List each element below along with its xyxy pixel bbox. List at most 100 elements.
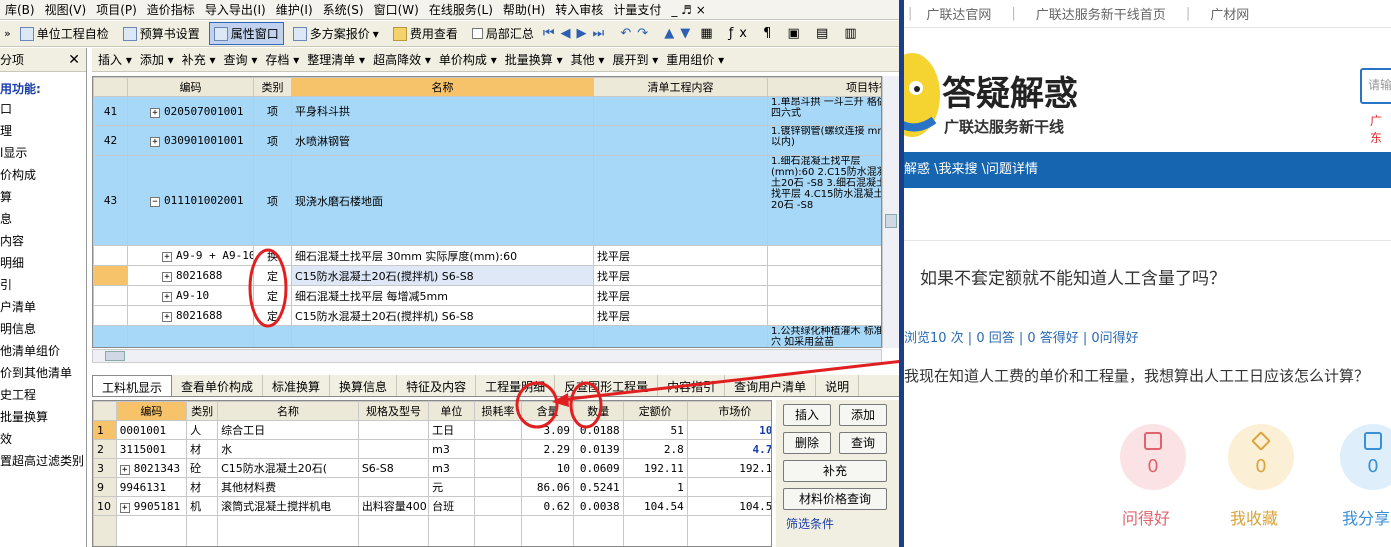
resource-row[interactable]: 3 +8021343 砼 C15防水混凝土20石(S6-S8 m3 10 0.0609 192… [93, 458, 771, 478]
link-service-home[interactable]: 广联达服务新干线首页 [1026, 4, 1176, 23]
bill-table-row[interactable]: 43−011101002001 项现浇水磨石楼地面 1.细石混凝土找平层 (mm):… [93, 155, 881, 246]
menu-item[interactable]: 造价指标 [142, 1, 200, 18]
tab-3[interactable]: 换算信息 [330, 375, 398, 396]
action-circle-2[interactable]: 0 [1340, 424, 1391, 490]
header-loss[interactable]: 损耗率 [473, 401, 523, 421]
left-panel-item[interactable]: 价到其他清单 [0, 362, 86, 384]
menu-item[interactable]: 维护(I) [271, 1, 318, 18]
left-panel-item[interactable]: 明细 [0, 252, 86, 274]
left-panel-item[interactable]: l显示 [0, 142, 86, 164]
sub-toolbar-item[interactable]: 展开到 ▾ [612, 51, 658, 68]
breadcrumb-nav[interactable]: 解惑 \我来搜 \问题详情 [904, 152, 1391, 188]
bill-table-row[interactable]: 1.公共绿化种植灌木 标准穴 如采用盆苗 [93, 325, 881, 347]
left-panel-item[interactable]: 引 [0, 274, 86, 296]
bill-table[interactable]: 编码 类别 名称 清单工程内容 项目特征 41+020507001001项平身科… [92, 76, 882, 348]
header-spec[interactable]: 规格及型号 [357, 401, 430, 421]
resource-row[interactable]: 10001001 人综合工日 工日 3.090.018851102 [93, 420, 771, 440]
header-quota-price[interactable]: 定额价 [622, 401, 688, 421]
expand-icon[interactable]: + [162, 292, 172, 302]
resource-table[interactable]: 编码 类别 名称 规格及型号 单位 损耗率 含量 数量 定额价 市场价 1 000… [92, 400, 772, 547]
tab-8[interactable]: 查询用户清单 [725, 375, 817, 396]
menu-item[interactable]: 转入审核 [550, 1, 608, 18]
resource-row[interactable]: 10 +9905181 机滚筒式混凝土搅拌机电 出料容量400 台班 0.62 0.0038… [93, 496, 771, 516]
bill-table-row[interactable]: +8021688 定 C15防水混凝土20石(搅拌机) S6-S8 找平层 [93, 305, 881, 326]
tab-7[interactable]: 内容指引 [658, 375, 726, 396]
header-feature[interactable]: 项目特征 [767, 77, 881, 97]
header-content[interactable]: 清单工程内容 [593, 77, 768, 97]
expand-icon[interactable]: + [150, 137, 160, 147]
resource-row[interactable]: 23115001 材水 m3 2.290.01392.84.72 [93, 439, 771, 459]
sub-toolbar-item[interactable]: 整理清单 ▾ [307, 51, 365, 68]
expand-icon[interactable]: + [119, 502, 130, 513]
header-type[interactable]: 类别 [253, 77, 292, 97]
collapse-icon[interactable]: − [150, 197, 160, 207]
menu-item[interactable]: 窗口(W) [369, 1, 424, 18]
vertical-scrollbar[interactable] [882, 76, 899, 348]
header-name[interactable]: 名称 [291, 77, 594, 97]
tab-0[interactable]: 工料机显示 [92, 375, 173, 396]
left-panel-item[interactable]: 息 [0, 208, 86, 230]
bill-table-row[interactable]: + A9-9 + A9-10 换细石混凝土找平层 30mm 实际厚度(mm):60 找… [93, 245, 881, 266]
menu-item[interactable]: 项目(P) [91, 1, 142, 18]
search-input[interactable]: 请输 [1360, 68, 1391, 104]
budget-settings-button[interactable]: 预算书设置 [118, 22, 205, 45]
tab-1[interactable]: 查看单价构成 [172, 375, 264, 396]
left-panel-item[interactable]: 户清单 [0, 296, 86, 318]
header-type[interactable]: 类别 [186, 401, 219, 421]
action-label[interactable]: 问得好 [1122, 505, 1170, 529]
tab-9[interactable]: 说明 [816, 375, 860, 396]
header-market-price[interactable]: 市场价 [686, 401, 771, 421]
header-name[interactable]: 名称 [217, 401, 359, 421]
menu-item[interactable]: 计量支付 [608, 1, 666, 18]
query-button[interactable]: 查询 [839, 432, 887, 454]
sub-toolbar-item[interactable]: 重用组价 ▾ [666, 51, 724, 68]
action-label[interactable]: 我分享 [1342, 505, 1390, 529]
fee-view-button[interactable]: 费用查看 [388, 22, 463, 45]
expand-icon[interactable]: + [162, 312, 172, 322]
misc-tools-icon[interactable]: ▦ ƒx ¶ ▣ ▤ ▥ [700, 26, 862, 41]
horizontal-scrollbar[interactable] [92, 349, 882, 363]
sub-toolbar-item[interactable]: 添加 ▾ [140, 51, 174, 68]
bill-table-row[interactable]: +8021688 定 C15防水混凝土20石(搅拌机) S6-S8 找平层 [93, 265, 881, 286]
left-panel-item[interactable]: 批量换算 [0, 406, 86, 428]
tab-4[interactable]: 特征及内容 [397, 375, 477, 396]
bill-table-row[interactable]: + A9-10 定细石混凝土找平层 每增减5mm 找平层 [93, 285, 881, 306]
add-button[interactable]: 添加 [839, 404, 887, 426]
header-code[interactable]: 编码 [115, 401, 188, 421]
expand-icon[interactable]: + [162, 272, 172, 282]
sub-toolbar-item[interactable]: 超高降效 ▾ [373, 51, 431, 68]
left-panel-item[interactable]: 理 [0, 120, 86, 142]
sub-toolbar-item[interactable]: 批量换算 ▾ [505, 51, 563, 68]
tab-2[interactable]: 标准换算 [263, 375, 331, 396]
sub-toolbar-item[interactable]: 查询 ▾ [224, 51, 258, 68]
menu-item[interactable]: 导入导出(I) [200, 1, 271, 18]
insert-button[interactable]: 插入 [783, 404, 831, 426]
left-panel-item[interactable]: 史工程 [0, 384, 86, 406]
left-panel-item[interactable]: 价构成 [0, 164, 86, 186]
bill-table-row[interactable]: 42 +030901001001 项水喷淋钢管 1.镀锌钢管(螺纹连接 mm以内) [93, 125, 881, 156]
left-panel-item[interactable]: 内容 [0, 230, 86, 252]
sub-toolbar-item[interactable]: 存档 ▾ [265, 51, 299, 68]
material-price-query-button[interactable]: 材料价格查询 [783, 488, 887, 510]
partial-summary-checkbox[interactable]: 局部汇总 [467, 22, 539, 45]
menu-item[interactable]: 视图(V) [40, 1, 92, 18]
expand-icon[interactable]: + [119, 464, 130, 475]
nav-arrows-icon[interactable]: ⏮◀▶⏭ ↶↷ ▲▼ [543, 26, 696, 41]
left-panel-item[interactable]: 明信息 [0, 318, 86, 340]
tab-5[interactable]: 工程量明细 [476, 375, 556, 396]
header-content-qty[interactable]: 含量 [521, 401, 574, 421]
action-circle-0[interactable]: 0 [1120, 424, 1186, 490]
tab-6[interactable]: 反查图形工程量 [555, 375, 659, 396]
header-unit[interactable]: 单位 [428, 401, 475, 421]
properties-window-button[interactable]: 属性窗口 [208, 22, 284, 45]
menu-item[interactable]: 帮助(H) [498, 1, 550, 18]
left-panel-item[interactable]: 置超高过滤类别 [0, 450, 86, 472]
menu-item[interactable]: 库(B) [0, 1, 40, 18]
expand-icon[interactable]: + [150, 107, 160, 118]
header-amount[interactable]: 数量 [572, 401, 624, 421]
close-icon[interactable]: ✕ [68, 52, 80, 68]
left-panel-item[interactable]: 效 [0, 428, 86, 450]
action-label[interactable]: 我收藏 [1230, 505, 1278, 529]
menu-item[interactable]: 在线服务(L) [424, 1, 498, 18]
left-panel-item[interactable]: 他清单组价 [0, 340, 86, 362]
